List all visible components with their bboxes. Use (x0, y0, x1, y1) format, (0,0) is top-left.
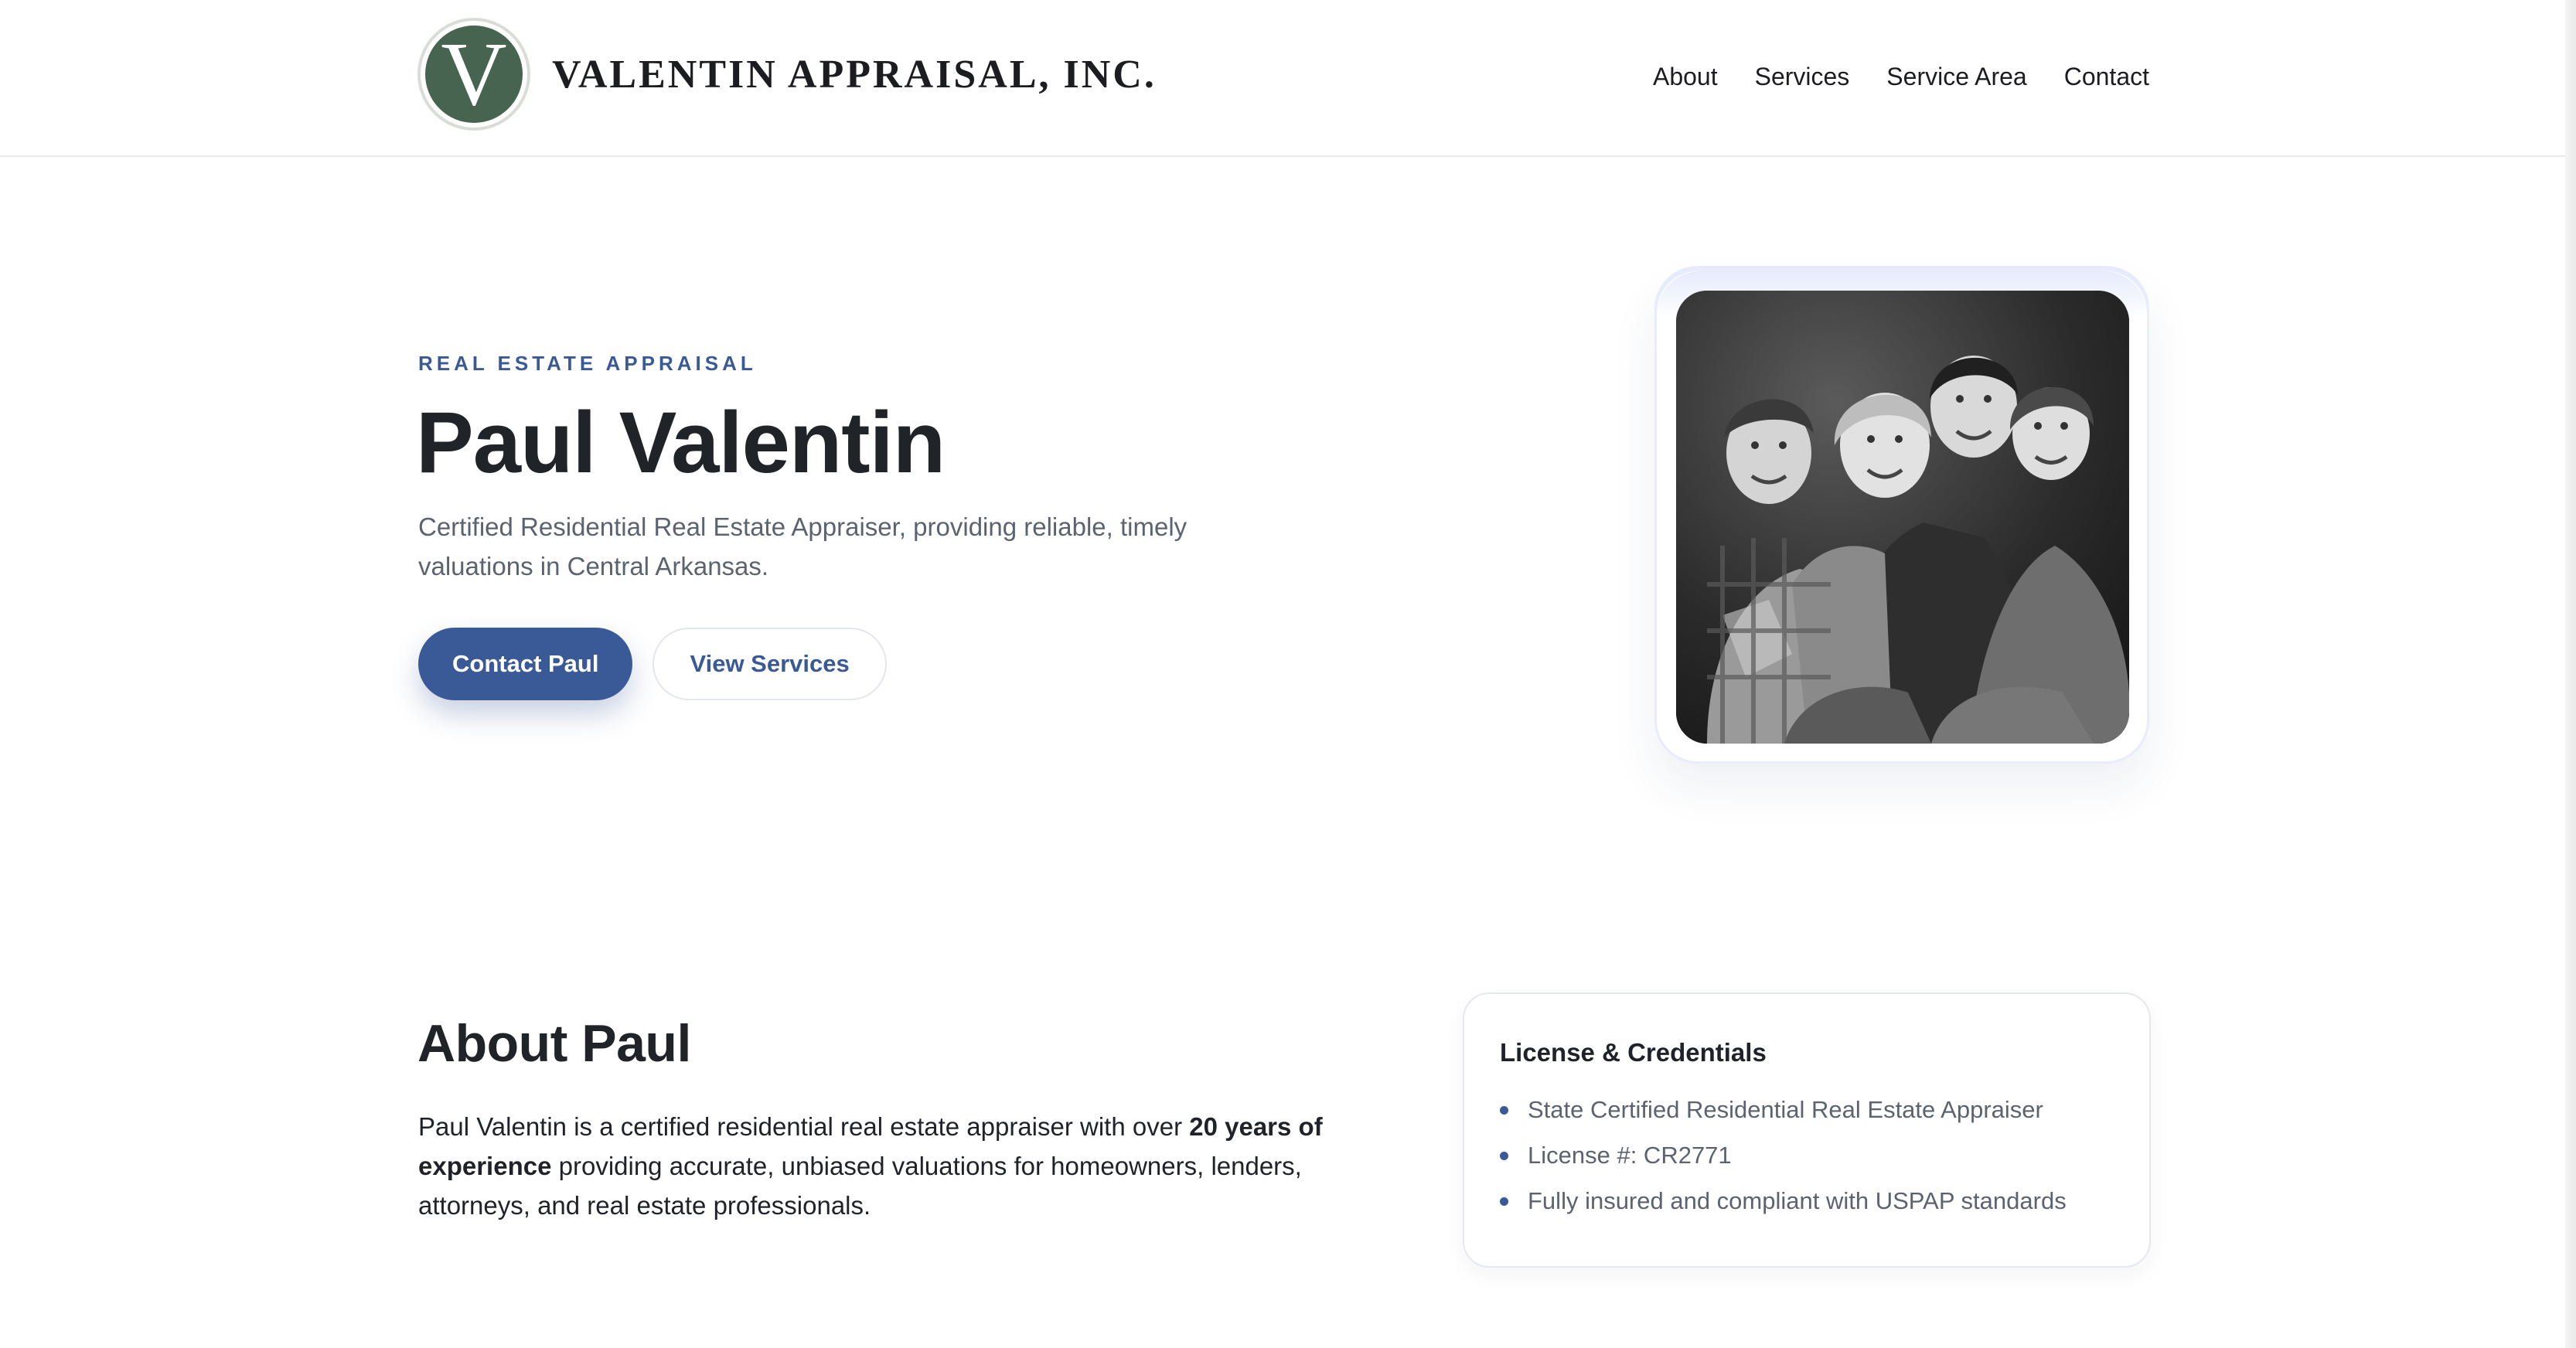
about-title: About Paul (417, 1014, 691, 1073)
about-body-text-2: providing accurate, unbiased valuations … (418, 1152, 1302, 1220)
nav-link-services[interactable]: Services (1755, 59, 1850, 94)
credentials-title: License & Credentials (1500, 1038, 1767, 1067)
logo-letter: V (425, 26, 523, 123)
hero-title: Paul Valentin (416, 394, 946, 491)
credential-item: License #: CR2771 (1500, 1132, 2115, 1178)
credentials-list: State Certified Residential Real Estate … (1500, 1087, 2115, 1224)
nav-link-about[interactable]: About (1653, 59, 1718, 94)
credentials-card: License & Credentials State Certified Re… (1463, 992, 2151, 1268)
brand-name: VALENTIN APPRAISAL, INC. (552, 52, 1157, 97)
family-portrait-photo (1676, 291, 2129, 744)
logo-emblem: V (417, 18, 530, 131)
contact-paul-button[interactable]: Contact Paul (418, 628, 633, 700)
credential-item: Fully insured and compliant with USPAP s… (1500, 1178, 2115, 1224)
brand-logo-link[interactable]: V VALENTIN APPRAISAL, INC. (417, 18, 1157, 131)
about-body-text-1: Paul Valentin is a certified residential… (418, 1112, 1190, 1141)
nav-link-service-area[interactable]: Service Area (1886, 59, 2026, 94)
credential-item: State Certified Residential Real Estate … (1500, 1087, 2115, 1132)
main-nav: About Services Service Area Contact (1653, 59, 2149, 94)
family-portrait-illustration (1676, 291, 2129, 744)
site-header: V VALENTIN APPRAISAL, INC. About Service… (0, 0, 2576, 157)
portrait-card (1654, 269, 2149, 764)
hero-eyebrow: REAL ESTATE APPRAISAL (418, 352, 757, 375)
hero-subtitle: Certified Residential Real Estate Apprai… (418, 512, 1187, 580)
window-scrollbar-track[interactable] (2565, 0, 2576, 1348)
nav-link-contact[interactable]: Contact (2064, 59, 2149, 94)
about-body: Paul Valentin is a certified residential… (418, 1107, 1377, 1225)
view-services-button[interactable]: View Services (653, 628, 887, 700)
hero-actions: Contact Paul View Services (418, 628, 887, 700)
